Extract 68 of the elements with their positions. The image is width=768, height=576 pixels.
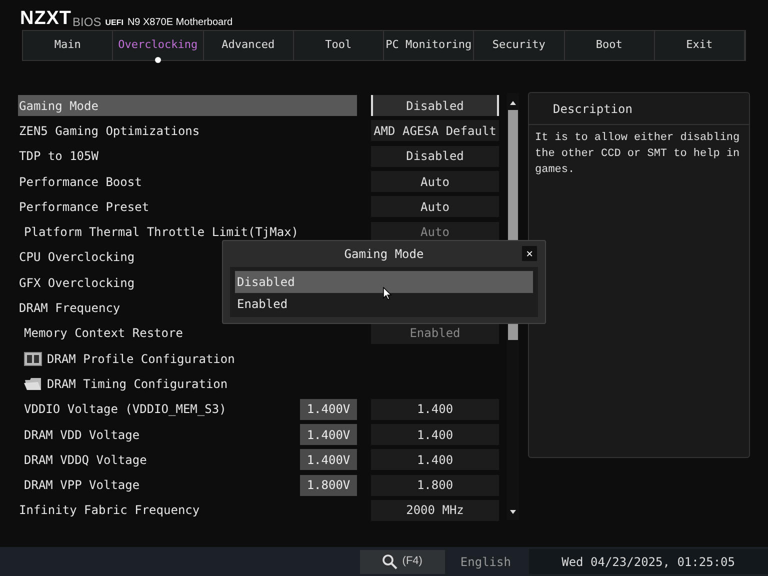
folder-icon bbox=[24, 376, 42, 391]
setting-row[interactable]: VDDIO Voltage (VDDIO_MEM_S3) bbox=[18, 398, 293, 420]
setting-row[interactable]: Performance Preset bbox=[18, 196, 357, 218]
popup-option[interactable]: Disabled bbox=[235, 271, 533, 293]
description-text: It is to allow either disabling the other CCD or SMT to help in games. bbox=[534, 131, 741, 178]
setting-label: DRAM VPP Voltage bbox=[24, 477, 140, 494]
setting-value[interactable]: AMD AGESA Default bbox=[371, 120, 499, 142]
setting-value[interactable]: Auto bbox=[371, 196, 499, 218]
setting-label: Infinity Fabric Frequency bbox=[19, 502, 200, 520]
nav-tab[interactable]: Boot bbox=[564, 31, 655, 60]
setting-row[interactable]: DRAM Profile Configuration bbox=[18, 348, 357, 370]
setting-label: Performance Preset bbox=[19, 198, 150, 216]
setting-label: DRAM Timing Configuration bbox=[47, 376, 228, 393]
setting-label: TDP to 105W bbox=[19, 148, 98, 166]
close-button[interactable]: ✕ bbox=[522, 246, 537, 261]
description-title: Description bbox=[553, 100, 632, 118]
voltage-reading: 1.400V bbox=[300, 449, 357, 470]
setting-value[interactable]: Disabled bbox=[371, 146, 499, 167]
setting-row[interactable]: ZEN5 Gaming Optimizations bbox=[18, 120, 357, 142]
date-time: Wed 04/23/2025, 01:25:05 bbox=[528, 549, 768, 574]
setting-value[interactable]: Auto bbox=[371, 171, 499, 192]
search-icon bbox=[382, 554, 398, 570]
language-selector[interactable]: English bbox=[454, 552, 517, 570]
setting-label: Platform Thermal Throttle Limit(TjMax) bbox=[24, 224, 299, 242]
setting-label: DRAM VDD Voltage bbox=[24, 426, 140, 444]
setting-label: VDDIO Voltage (VDDIO_MEM_S3) bbox=[24, 401, 226, 418]
setting-label: DRAM Profile Configuration bbox=[47, 350, 235, 368]
motherboard-model: N9 X870E Motherboard bbox=[127, 18, 233, 28]
tab-indicator-icon bbox=[154, 57, 161, 63]
setting-label: Gaming Mode bbox=[19, 98, 98, 115]
voltage-reading: 1.400V bbox=[300, 424, 357, 445]
nav-tab[interactable]: Advanced bbox=[204, 31, 294, 60]
setting-label: DRAM VDDQ Voltage bbox=[24, 452, 147, 469]
setting-label: Memory Context Restore bbox=[24, 325, 183, 342]
uefi-label: UEFI bbox=[105, 19, 124, 27]
setting-value[interactable]: 1.400 bbox=[371, 449, 499, 470]
nav-tab[interactable]: Main bbox=[23, 31, 114, 60]
nav-tab[interactable]: Exit bbox=[654, 31, 745, 60]
setting-value[interactable]: 2000 MHz bbox=[371, 500, 499, 521]
voltage-reading: 1.800V bbox=[300, 474, 357, 496]
scroll-up-icon[interactable] bbox=[509, 99, 517, 107]
setting-row[interactable]: TDP to 105W bbox=[18, 146, 357, 167]
setting-row[interactable]: Gaming Mode bbox=[18, 95, 357, 116]
popup-option[interactable]: Enabled bbox=[235, 293, 533, 315]
popup-title: Gaming Mode bbox=[344, 246, 424, 263]
mouse-cursor-icon bbox=[383, 287, 392, 300]
nav-tab[interactable]: Overclocking bbox=[113, 31, 204, 60]
nav-tab[interactable]: Security bbox=[474, 31, 564, 60]
setting-value[interactable]: 1.400 bbox=[371, 398, 499, 420]
brand-logo: NZXT bbox=[20, 9, 72, 28]
voltage-reading: 1.400V bbox=[300, 398, 357, 420]
setting-label: ZEN5 Gaming Optimizations bbox=[19, 122, 200, 140]
setting-row[interactable]: Performance Boost bbox=[18, 171, 357, 192]
setting-row[interactable]: Infinity Fabric Frequency bbox=[18, 500, 357, 521]
setting-value[interactable]: 1.800 bbox=[371, 474, 499, 496]
setting-row[interactable]: DRAM VPP Voltage bbox=[18, 474, 293, 496]
nav-tab[interactable]: PC Monitoring bbox=[384, 31, 474, 60]
setting-label: Performance Boost bbox=[19, 174, 142, 191]
bios-label: BIOS bbox=[72, 16, 102, 28]
search-button[interactable]: (F4) bbox=[360, 550, 445, 574]
memory-module-icon bbox=[24, 352, 42, 366]
setting-value[interactable]: 1.400 bbox=[371, 424, 499, 445]
nav-tab[interactable]: Tool bbox=[294, 31, 384, 60]
setting-value[interactable]: Disabled bbox=[371, 95, 499, 116]
setting-row[interactable]: DRAM Timing Configuration bbox=[18, 373, 357, 394]
setting-row[interactable]: DRAM VDD Voltage bbox=[18, 424, 293, 445]
setting-row[interactable]: DRAM VDDQ Voltage bbox=[18, 449, 293, 470]
scroll-down-icon[interactable] bbox=[509, 508, 517, 516]
